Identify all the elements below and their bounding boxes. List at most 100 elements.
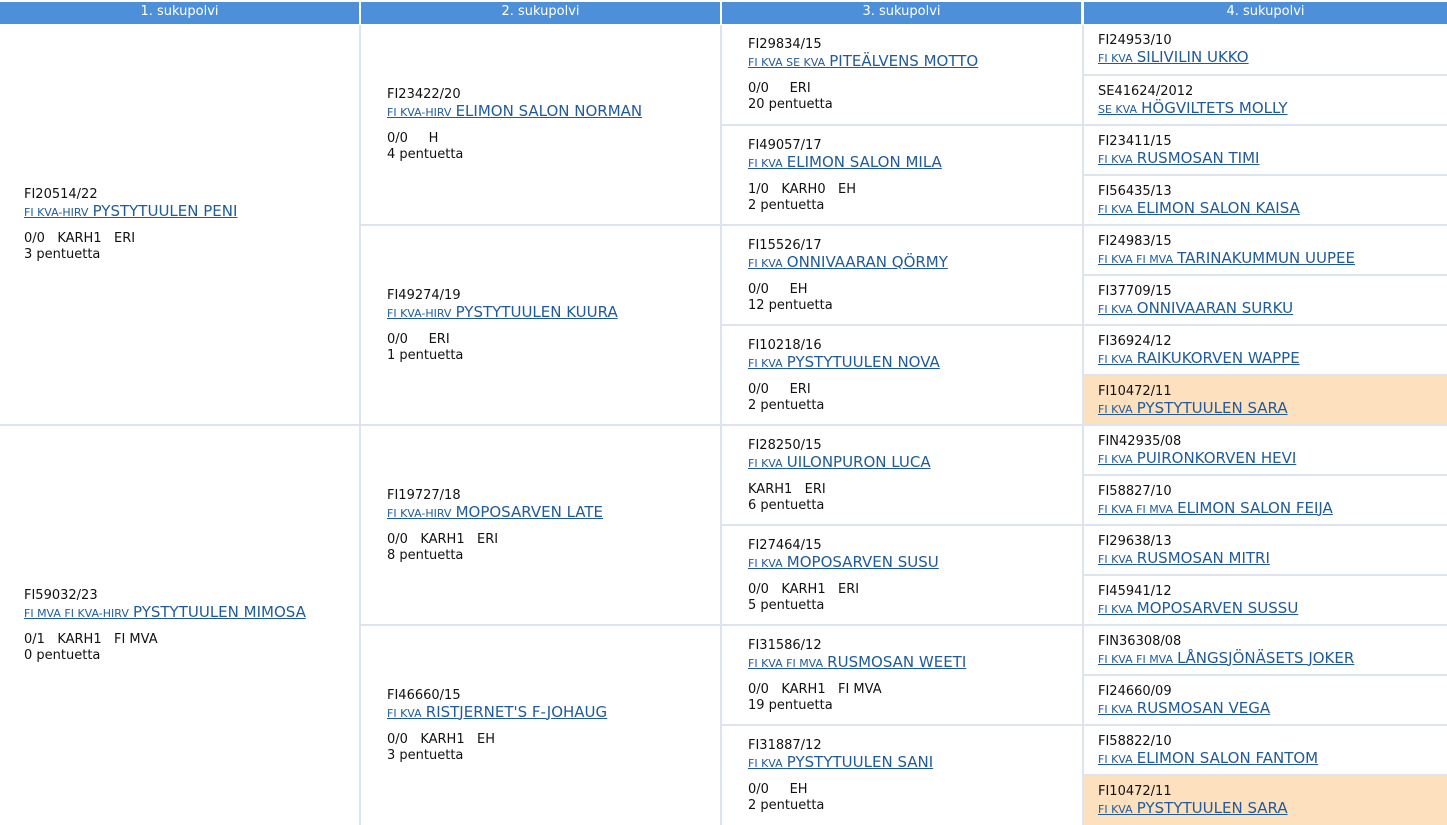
dog-details: 0/0 KARH1 ERI 8 pentuetta <box>387 532 716 564</box>
dog-name-line: FI KVA ONNIVAARAN QÖRMY <box>748 252 1078 272</box>
dog-entry: FIN36308/08 FI KVA FI MVA LÅNGSJÖNÄSETS J… <box>1098 626 1443 675</box>
dog-name: ELIMON SALON NORMAN <box>455 102 643 120</box>
pedigree-cell-gen4: FI23411/15 FI KVA RUSMOSAN TIMI <box>1084 126 1447 175</box>
dog-litters: 4 pentuetta <box>387 147 464 162</box>
dog-link[interactable]: SE KVA HÖGVILTETS MOLLY <box>1098 99 1288 117</box>
dog-link[interactable]: FI KVA SILIVILIN UKKO <box>1098 49 1249 66</box>
registration-number: FI49274/19 <box>387 287 461 303</box>
registration-number: FIN42935/08 <box>1098 433 1182 449</box>
row-divider <box>1084 74 1447 76</box>
dog-link[interactable]: FI KVA RUSMOSAN MITRI <box>1098 549 1270 567</box>
dog-link[interactable]: FI KVA RUSMOSAN TIMI <box>1098 149 1259 167</box>
dog-name: TARINAKUMMUN UUPEE <box>1177 248 1355 267</box>
pedigree-cell-gen4: FI24983/15 FI KVA FI MVA TARINAKUMMUN UUP… <box>1084 226 1447 275</box>
dog-name-line: FI KVA MOPOSARVEN SUSSU <box>1098 599 1443 618</box>
dog-name: UILONPURON LUCA <box>786 452 931 471</box>
pedigree-cell-gen3: FI28250/15 FI KVA UILONPURON LUCA KARH1 ER… <box>722 426 1082 525</box>
dog-link[interactable]: FI KVA-HIRV MOPOSARVEN LATE <box>387 503 603 521</box>
dog-link[interactable]: FI KVA ONNIVAARAN SURKU <box>1098 298 1294 317</box>
row-divider <box>361 624 720 626</box>
column-divider <box>720 25 722 825</box>
dog-entry: FIN42935/08 FI KVA PUIRONKORVEN HEVI <box>1098 426 1443 475</box>
dog-name-line: FI KVA PYSTYTUULEN SARA <box>1098 399 1443 418</box>
row-divider <box>722 224 1082 226</box>
dog-link[interactable]: FI KVA PYSTYTUULEN NOVA <box>748 353 940 371</box>
dog-link[interactable]: FI KVA ELIMON SALON FANTOM <box>1098 749 1318 767</box>
dog-stats: 0/0 ERI <box>387 331 450 347</box>
dog-name-line: FI KVA ELIMON SALON FANTOM <box>1098 749 1443 768</box>
pedigree-cell-gen4: FI10472/11 FI KVA PYSTYTUULEN SARA <box>1084 376 1447 425</box>
row-divider <box>1084 424 1447 426</box>
dog-litters: 8 pentuetta <box>387 547 464 563</box>
dog-link[interactable]: FI KVA SE KVA PITEÄLVENS MOTTO <box>748 53 978 70</box>
registration-number: FI20514/22 <box>24 187 98 202</box>
pedigree-cell-gen4: FI29638/13 FI KVA RUSMOSAN MITRI <box>1084 526 1447 575</box>
pedigree-header: 1. sukupolvi 2. sukupolvi 3. sukupolvi 4… <box>0 0 1447 24</box>
dog-litters: 2 pentuetta <box>748 797 825 813</box>
dog-entry: FI31586/12 FI KVA FI MVA RUSMOSAN WEETI 0/… <box>748 626 1078 725</box>
dog-name: ONNIVAARAN SURKU <box>1136 298 1294 317</box>
dog-titles: FI KVA-HIRV <box>387 306 452 320</box>
dog-link[interactable]: FI MVA FI KVA-HIRV PYSTYTUULEN MIMOSA <box>24 602 306 621</box>
dog-link[interactable]: FI KVA-HIRV PYSTYTUULEN PENI <box>24 203 237 220</box>
dog-titles: FI KVA-HIRV <box>24 206 89 219</box>
dog-link[interactable]: FI KVA FI MVA LÅNGSJÖNÄSETS JOKER <box>1098 648 1355 667</box>
dog-name: PYSTYTUULEN KUURA <box>455 302 618 321</box>
dog-name: ELIMON SALON MILA <box>786 152 942 171</box>
pedigree-cell-gen2: FI23422/20 FI KVA-HIRV ELIMON SALON NORMA… <box>361 25 720 225</box>
dog-litters: 2 pentuetta <box>748 197 825 213</box>
dog-link[interactable]: FI KVA ELIMON SALON KAISA <box>1098 199 1300 217</box>
dog-name-line: FI KVA PYSTYTUULEN SANI <box>748 753 1078 772</box>
dog-stats: 0/0 KARH1 FI MVA <box>748 681 882 697</box>
dog-name: LÅNGSJÖNÄSETS JOKER <box>1177 648 1355 667</box>
dog-link[interactable]: FI KVA-HIRV ELIMON SALON NORMAN <box>387 102 643 120</box>
dog-name-line: FI KVA-HIRV PYSTYTUULEN KUURA <box>387 302 716 322</box>
dog-link[interactable]: FI KVA RAIKUKORVEN WAPPE <box>1098 348 1300 367</box>
dog-link[interactable]: FI KVA PYSTYTUULEN SARA <box>1098 399 1288 417</box>
dog-link[interactable]: FI KVA FI MVA ELIMON SALON FEIJA <box>1098 499 1333 517</box>
dog-name-line: FI KVA FI MVA TARINAKUMMUN UUPEE <box>1098 248 1443 268</box>
pedigree-cell-gen4: FI24953/10 FI KVA SILIVILIN UKKO <box>1084 25 1447 75</box>
dog-link[interactable]: FI KVA PYSTYTUULEN SANI <box>748 753 933 771</box>
dog-titles: FI KVA <box>1098 402 1133 416</box>
dog-entry: FI56435/13 FI KVA ELIMON SALON KAISA <box>1098 176 1443 225</box>
dog-litters: 12 pentuetta <box>748 297 833 313</box>
dog-titles: FI KVA FI MVA <box>748 656 824 670</box>
dog-stats: 1/0 KARH0 EH <box>748 181 856 197</box>
dog-stats: 0/0 ERI <box>748 381 811 397</box>
dog-entry: FI10472/11 FI KVA PYSTYTUULEN SARA <box>1098 376 1443 425</box>
pedigree-cell-gen4: FI56435/13 FI KVA ELIMON SALON KAISA <box>1084 176 1447 225</box>
dog-link[interactable]: FI KVA PYSTYTUULEN SARA <box>1098 799 1288 817</box>
dog-name-line: FI KVA ELIMON SALON KAISA <box>1098 199 1443 218</box>
dog-link[interactable]: FI KVA-HIRV PYSTYTUULEN KUURA <box>387 302 618 321</box>
dog-link[interactable]: FI KVA PUIRONKORVEN HEVI <box>1098 449 1296 467</box>
dog-name-line: FI KVA UILONPURON LUCA <box>748 452 1078 472</box>
pedigree-cell-gen2: FI19727/18 FI KVA-HIRV MOPOSARVEN LATE 0/0… <box>361 426 720 625</box>
dog-link[interactable]: FI KVA ONNIVAARAN QÖRMY <box>748 252 948 271</box>
dog-titles: FI KVA <box>1098 302 1133 316</box>
dog-name: PYSTYTUULEN MIMOSA <box>132 602 306 621</box>
dog-link[interactable]: FI KVA FI MVA RUSMOSAN WEETI <box>748 653 966 671</box>
registration-number: FI24660/09 <box>1098 683 1172 699</box>
dog-link[interactable]: FI KVA FI MVA TARINAKUMMUN UUPEE <box>1098 248 1355 267</box>
dog-link[interactable]: FI KVA MOPOSARVEN SUSSU <box>1098 599 1298 617</box>
dog-name: ONNIVAARAN QÖRMY <box>786 252 948 271</box>
dog-link[interactable]: FI KVA RUSMOSAN VEGA <box>1098 699 1270 717</box>
pedigree-cell-gen4: FI24660/09 FI KVA RUSMOSAN VEGA <box>1084 676 1447 725</box>
dog-litters: 2 pentuetta <box>748 397 825 413</box>
dog-link[interactable]: FI KVA RISTJERNET'S F-JOHAUG <box>387 703 607 721</box>
dog-name: RAIKUKORVEN WAPPE <box>1136 348 1300 367</box>
dog-titles: FI KVA <box>1098 152 1133 166</box>
dog-link[interactable]: FI KVA MOPOSARVEN SUSU <box>748 553 939 571</box>
dog-link[interactable]: FI KVA ELIMON SALON MILA <box>748 152 942 171</box>
pedigree-cell-gen1: FI20514/22 FI KVA-HIRV PYSTYTUULEN PENI 0/… <box>0 25 359 425</box>
row-divider <box>1084 124 1447 126</box>
pedigree-cell-gen4: FI58822/10 FI KVA ELIMON SALON FANTOM <box>1084 726 1447 775</box>
dog-details: 1/0 KARH0 EH 2 pentuetta <box>748 182 1078 214</box>
dog-name-line: FI KVA RUSMOSAN MITRI <box>1098 549 1443 568</box>
dog-details: 0/0 KARH1 ERI 5 pentuetta <box>748 582 1078 614</box>
pedigree-cell-gen4: FI37709/15 FI KVA ONNIVAARAN SURKU <box>1084 276 1447 325</box>
dog-litters: 0 pentuetta <box>24 647 101 663</box>
dog-link[interactable]: FI KVA UILONPURON LUCA <box>748 452 931 471</box>
registration-number: FI19727/18 <box>387 487 461 503</box>
